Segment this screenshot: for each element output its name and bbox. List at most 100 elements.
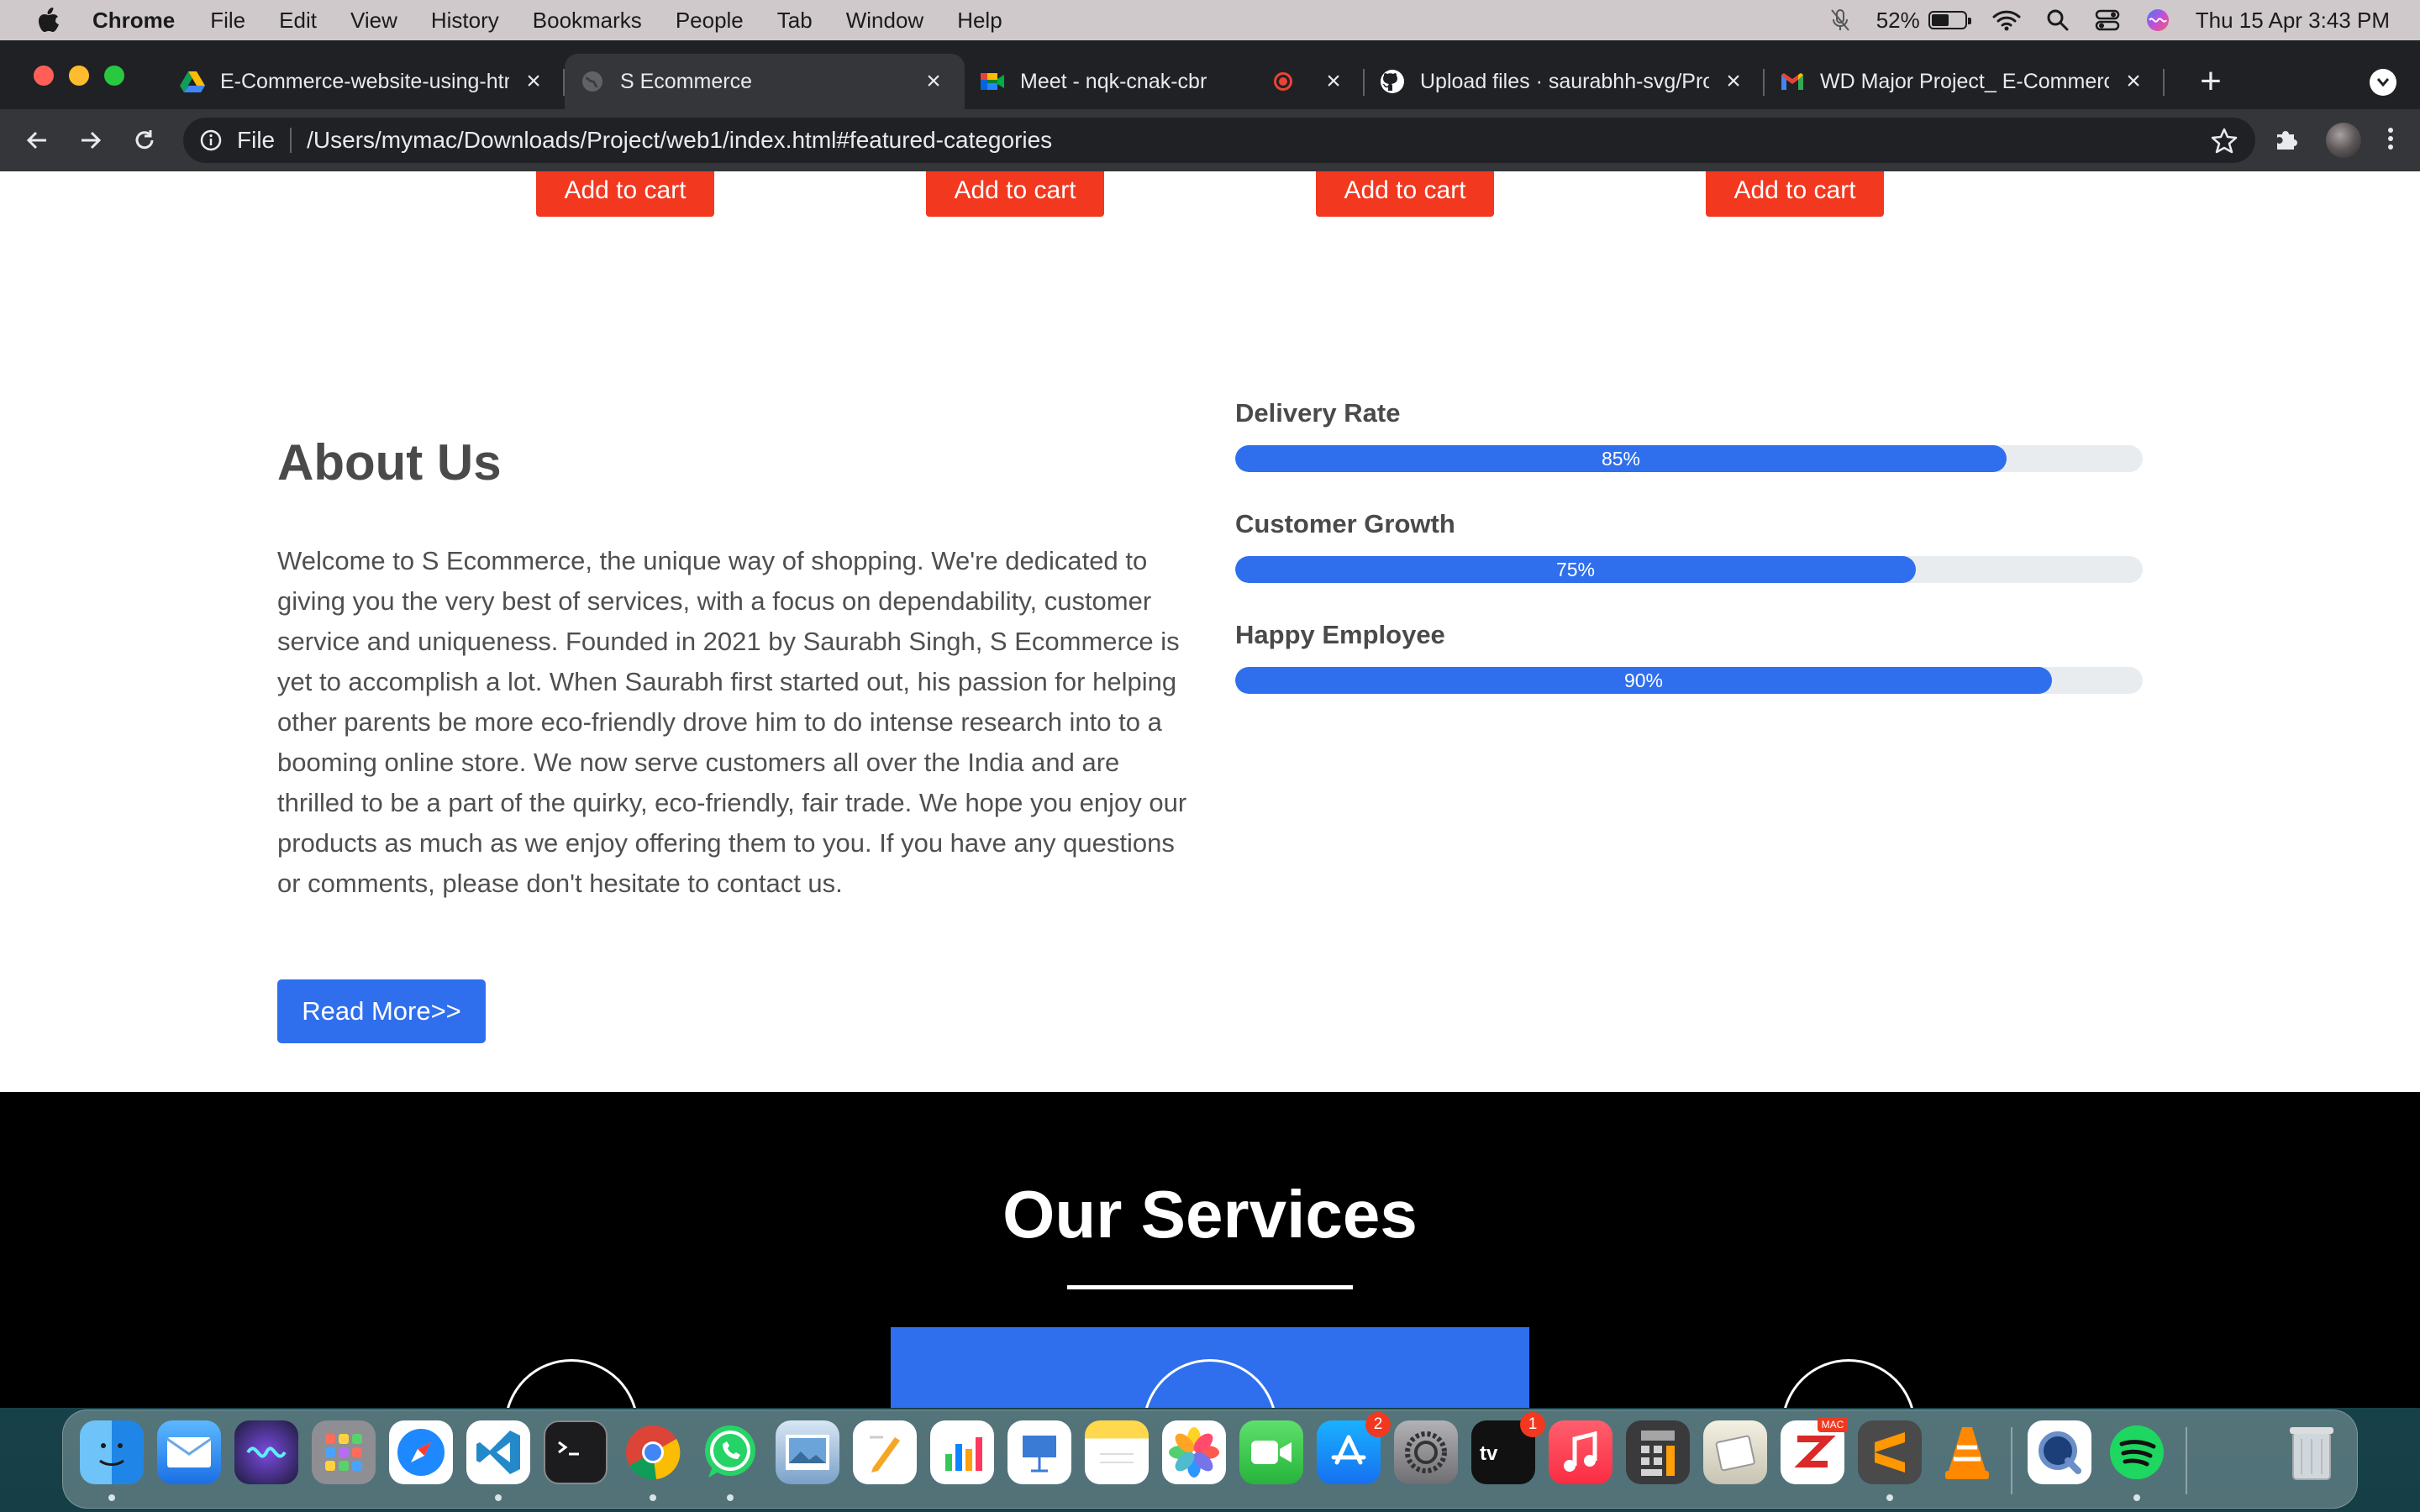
launchpad-icon[interactable] bbox=[312, 1420, 376, 1484]
tab-drive[interactable]: E-Commerce-website-using-htm × bbox=[165, 54, 565, 109]
close-icon[interactable]: × bbox=[1321, 67, 1346, 95]
back-button[interactable] bbox=[20, 123, 54, 157]
services-section: Our Services bbox=[0, 1092, 2420, 1408]
tab-separator bbox=[2163, 69, 2165, 96]
read-more-button[interactable]: Read More>> bbox=[277, 979, 486, 1043]
facetime-icon[interactable] bbox=[1239, 1420, 1303, 1484]
menu-tab[interactable]: Tab bbox=[777, 8, 813, 34]
music-icon[interactable] bbox=[1549, 1420, 1612, 1484]
more-menu-icon[interactable] bbox=[2386, 124, 2395, 157]
add-to-cart-button[interactable]: Add to cart bbox=[1316, 171, 1494, 217]
battery-indicator[interactable]: 52% bbox=[1876, 8, 1971, 34]
numbers-icon[interactable] bbox=[930, 1420, 994, 1484]
running-indicator bbox=[727, 1494, 734, 1501]
menu-people[interactable]: People bbox=[676, 8, 744, 34]
extensions-icon[interactable] bbox=[2272, 124, 2301, 157]
close-window-button[interactable] bbox=[34, 66, 54, 86]
add-to-cart-button[interactable]: Add to cart bbox=[926, 171, 1104, 217]
safari-icon[interactable] bbox=[389, 1420, 453, 1484]
tab-title: E-Commerce-website-using-htm bbox=[220, 69, 509, 93]
address-bar[interactable]: File /Users/mymac/Downloads/Project/web1… bbox=[183, 118, 2255, 163]
close-icon[interactable]: × bbox=[921, 67, 946, 95]
close-icon[interactable]: × bbox=[1721, 67, 1746, 95]
about-title: About Us bbox=[277, 434, 502, 491]
new-tab-button[interactable]: + bbox=[2183, 54, 2238, 109]
reload-button[interactable] bbox=[128, 123, 161, 157]
apple-menu-icon[interactable] bbox=[34, 5, 64, 35]
mic-muted-icon[interactable] bbox=[1829, 8, 1851, 33]
menu-edit[interactable]: Edit bbox=[279, 8, 317, 34]
keynote-icon[interactable] bbox=[1007, 1420, 1071, 1484]
mail-icon[interactable] bbox=[157, 1420, 221, 1484]
app-store-icon[interactable]: 2 bbox=[1317, 1412, 1391, 1484]
menu-file[interactable]: File bbox=[210, 8, 245, 34]
tab-github[interactable]: Upload files · saurabhh-svg/Pro × bbox=[1365, 54, 1765, 109]
system-preferences-icon[interactable] bbox=[1394, 1420, 1458, 1484]
add-to-cart-button[interactable]: Add to cart bbox=[536, 171, 714, 217]
skill-label: Delivery Rate bbox=[1235, 398, 1401, 428]
tab-gmail[interactable]: WD Major Project_ E-Commerce × bbox=[1765, 54, 2165, 109]
clock[interactable]: Thu 15 Apr 3:43 PM bbox=[2196, 8, 2390, 34]
vscode-icon[interactable] bbox=[466, 1420, 530, 1484]
trash-icon[interactable] bbox=[2280, 1420, 2344, 1484]
sublime-text-icon[interactable] bbox=[1858, 1420, 1922, 1484]
toolbar-actions bbox=[2272, 123, 2395, 158]
vlc-icon[interactable] bbox=[1935, 1420, 1999, 1484]
notes-icon[interactable] bbox=[1085, 1420, 1149, 1484]
chrome-icon[interactable] bbox=[621, 1420, 685, 1484]
terminal-icon[interactable] bbox=[544, 1420, 608, 1484]
minimize-window-button[interactable] bbox=[69, 66, 89, 86]
forward-button[interactable] bbox=[74, 123, 108, 157]
spotify-icon[interactable] bbox=[2105, 1420, 2169, 1484]
profile-avatar[interactable] bbox=[2326, 123, 2361, 158]
progress-track: 85% bbox=[1235, 445, 2143, 472]
mac-cleaner-icon[interactable] bbox=[1703, 1420, 1767, 1484]
tab-title: S Ecommerce bbox=[620, 69, 752, 93]
quicktime-icon[interactable] bbox=[2028, 1420, 2091, 1484]
tabs: E-Commerce-website-using-htm × S Ecommer… bbox=[165, 54, 2165, 109]
menu-help[interactable]: Help bbox=[957, 8, 1002, 34]
preview-icon[interactable] bbox=[776, 1420, 839, 1484]
siri-icon[interactable] bbox=[2145, 8, 2170, 33]
gmail-icon bbox=[1780, 69, 1805, 94]
github-icon bbox=[1380, 69, 1405, 94]
tab-title: Meet - nqk-cnak-cbr bbox=[1020, 69, 1207, 93]
wifi-icon[interactable] bbox=[1992, 9, 2021, 31]
whatsapp-icon[interactable] bbox=[698, 1420, 762, 1484]
service-delivery-icon bbox=[1781, 1359, 1916, 1408]
url-text[interactable]: /Users/mymac/Downloads/Project/web1/inde… bbox=[307, 127, 1052, 154]
pages-icon[interactable] bbox=[853, 1420, 917, 1484]
siri-icon[interactable] bbox=[234, 1420, 298, 1484]
menu-history[interactable]: History bbox=[431, 8, 499, 34]
tab-search-button[interactable] bbox=[2370, 69, 2396, 96]
photos-icon[interactable] bbox=[1162, 1420, 1226, 1484]
add-to-cart-button[interactable]: Add to cart bbox=[1706, 171, 1884, 217]
menu-bookmarks[interactable]: Bookmarks bbox=[533, 8, 642, 34]
zotero-icon[interactable]: MAC bbox=[1781, 1417, 1848, 1484]
zoom-window-button[interactable] bbox=[104, 66, 124, 86]
service-phone-icon bbox=[504, 1359, 639, 1408]
menu-window[interactable]: Window bbox=[846, 8, 923, 34]
close-icon[interactable]: × bbox=[2121, 67, 2146, 95]
tab-title: WD Major Project_ E-Commerce bbox=[1820, 69, 2109, 93]
app-store-badge: 2 bbox=[1365, 1412, 1391, 1437]
tab-strip: E-Commerce-website-using-htm × S Ecommer… bbox=[0, 40, 2420, 109]
info-icon[interactable] bbox=[198, 128, 224, 153]
menu-bar: Chrome File Edit View History Bookmarks … bbox=[0, 0, 2420, 40]
calculator-icon[interactable] bbox=[1626, 1420, 1690, 1484]
tab-title: Upload files · saurabhh-svg/Pro bbox=[1420, 69, 1709, 93]
spotlight-search-icon[interactable] bbox=[2046, 8, 2070, 32]
service-cart-icon bbox=[1143, 1359, 1277, 1408]
google-meet-icon bbox=[980, 69, 1005, 94]
apple-tv-icon[interactable]: tv 1 bbox=[1471, 1412, 1545, 1484]
battery-icon bbox=[1928, 11, 1971, 29]
running-indicator bbox=[1886, 1494, 1893, 1501]
tab-meet[interactable]: Meet - nqk-cnak-cbr × bbox=[965, 54, 1365, 109]
menu-view[interactable]: View bbox=[350, 8, 397, 34]
menu-app-name[interactable]: Chrome bbox=[92, 8, 175, 34]
control-center-icon[interactable] bbox=[2095, 8, 2120, 32]
tab-s-ecommerce[interactable]: S Ecommerce × bbox=[565, 54, 965, 109]
finder-icon[interactable] bbox=[80, 1420, 144, 1484]
close-icon[interactable]: × bbox=[521, 67, 546, 95]
bookmark-star-icon[interactable] bbox=[2210, 126, 2238, 155]
